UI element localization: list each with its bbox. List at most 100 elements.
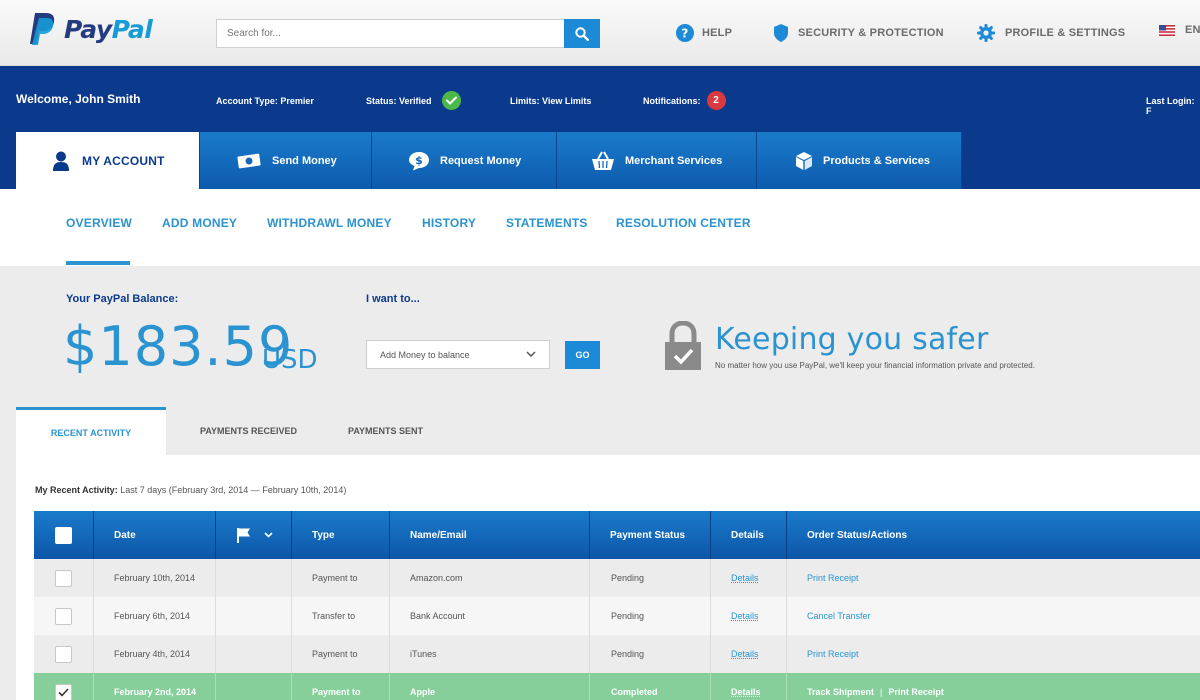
row-details-link[interactable]: Details	[731, 573, 759, 583]
row-details-cell: Details	[710, 673, 786, 700]
account-type-text: Account Type: Premier	[216, 96, 314, 106]
safety-title: Keeping you safer	[715, 322, 989, 357]
header-type[interactable]: Type	[291, 511, 389, 559]
recent-activity-range: My Recent Activity: Last 7 days (Februar…	[35, 485, 346, 495]
paypal-wordmark: PayPal	[64, 15, 153, 44]
row-details-cell: Details	[710, 559, 786, 597]
notifications-label: Notifications:	[643, 95, 701, 106]
search-input[interactable]	[216, 19, 565, 48]
subnav-active-indicator	[66, 261, 130, 265]
table-row[interactable]: February 2nd, 2014 Payment to Apple Comp…	[34, 673, 1200, 700]
row-details-cell: Details	[710, 635, 786, 673]
language-link[interactable]: EN	[1159, 24, 1200, 36]
profile-settings-link[interactable]: PROFILE & SETTINGS	[977, 24, 1125, 42]
tab-recent-activity[interactable]: RECENT ACTIVITY	[16, 407, 166, 455]
row-details-link[interactable]: Details	[731, 687, 761, 697]
row-action-cell: Track Shipment | Print Receipt	[786, 673, 1200, 700]
balance-label: Your PayPal Balance:	[66, 293, 179, 305]
subnav-withdraw-money[interactable]: WITHDRAWL MONEY	[267, 216, 392, 230]
header-name-email[interactable]: Name/Email	[389, 511, 589, 559]
row-name: Bank Account	[389, 597, 589, 635]
row-checkbox-cell	[34, 597, 93, 635]
header-payment-status[interactable]: Payment Status	[589, 511, 710, 559]
tab-payments-received[interactable]: PAYMENTS RECEIVED	[200, 407, 297, 455]
basket-icon	[591, 151, 615, 171]
help-label: HELP	[702, 27, 733, 39]
i-want-label: I want to...	[366, 293, 420, 305]
box-icon	[795, 151, 813, 171]
go-button[interactable]: GO	[565, 341, 600, 369]
subnav-resolution-center[interactable]: RESOLUTION CENTER	[616, 216, 751, 230]
print-receipt-link[interactable]: Print Receipt	[807, 573, 859, 583]
paypal-logo[interactable]: PayPal	[26, 12, 153, 46]
row-status: Completed	[589, 673, 710, 700]
subnav-overview[interactable]: OVERVIEW	[66, 216, 132, 230]
row-flag-cell[interactable]	[215, 673, 291, 700]
row-checkbox[interactable]	[55, 607, 72, 625]
header-date[interactable]: Date	[93, 511, 215, 559]
notifications-count-badge: 2	[706, 91, 726, 110]
notifications[interactable]: Notifications: 2	[643, 91, 726, 110]
help-icon: ?	[676, 24, 694, 42]
track-shipment-link[interactable]: Track Shipment	[807, 687, 874, 697]
table-row[interactable]: February 6th, 2014 Transfer to Bank Acco…	[34, 597, 1200, 635]
row-checkbox[interactable]	[55, 683, 72, 700]
search-button[interactable]	[564, 19, 600, 48]
table-row[interactable]: February 4th, 2014 Payment to iTunes Pen…	[34, 635, 1200, 673]
tab-payments-received-label: PAYMENTS RECEIVED	[200, 426, 298, 436]
row-date: February 10th, 2014	[93, 559, 215, 597]
row-action-cell: Cancel Transfer	[786, 597, 1200, 635]
tab-products-services[interactable]: Products & Services	[757, 132, 962, 189]
tab-send-money-label: Send Money	[272, 154, 337, 167]
row-name: Amazon.com	[389, 559, 589, 597]
tab-send-money[interactable]: Send Money	[200, 132, 372, 189]
account-status: Status: Verified	[366, 91, 461, 110]
search-icon	[575, 26, 589, 41]
language-label: EN	[1185, 24, 1200, 36]
safety-subtitle: No matter how you use PayPal, we'll keep…	[715, 361, 1035, 370]
balance-amount: $183.59	[63, 315, 294, 378]
tab-request-money-label: Request Money	[440, 154, 522, 167]
row-flag-cell[interactable]	[215, 559, 291, 597]
row-checkbox-cell	[34, 635, 93, 673]
limits-link[interactable]: Limits: View Limits	[510, 96, 591, 106]
cancel-transfer-link[interactable]: Cancel Transfer	[807, 611, 871, 621]
tab-request-money[interactable]: $ Request Money	[372, 132, 557, 189]
chevron-down-icon	[526, 351, 536, 358]
row-checkbox[interactable]	[55, 645, 72, 663]
gear-icon	[977, 24, 995, 42]
welcome-text: Welcome, John Smith	[16, 92, 141, 106]
row-flag-cell[interactable]	[215, 635, 291, 673]
status-text: Status: Verified	[366, 95, 432, 106]
tab-my-account[interactable]: MY ACCOUNT	[16, 132, 200, 189]
row-checkbox[interactable]	[55, 569, 72, 587]
row-name: Apple	[389, 673, 589, 700]
money-icon	[236, 153, 262, 169]
row-checkbox-cell	[34, 559, 93, 597]
row-details-link[interactable]: Details	[731, 649, 759, 659]
help-link[interactable]: ? HELP	[676, 24, 732, 42]
security-link[interactable]: SECURITY & PROTECTION	[774, 24, 944, 42]
row-details-link[interactable]: Details	[731, 611, 759, 621]
limits-text: Limits: View Limits	[510, 96, 592, 106]
i-want-select[interactable]: Add Money to balance	[366, 340, 550, 369]
balance-currency: USD	[262, 345, 318, 375]
select-all-checkbox[interactable]	[55, 526, 72, 544]
top-bar: PayPal ? HELP SECURITY & PROTECTION PROF…	[0, 0, 1200, 66]
tab-payments-sent[interactable]: PAYMENTS SENT	[348, 407, 423, 455]
row-status: Pending	[589, 597, 710, 635]
activity-tabs: RECENT ACTIVITY PAYMENTS RECEIVED PAYMEN…	[16, 407, 1200, 455]
tab-merchant-services-label: Merchant Services	[625, 154, 723, 167]
last-login-text: Last Login: F	[1146, 96, 1195, 116]
print-receipt-link[interactable]: Print Receipt	[888, 687, 944, 697]
table-row[interactable]: February 10th, 2014 Payment to Amazon.co…	[34, 559, 1200, 597]
us-flag-icon	[1159, 24, 1175, 36]
header-flag[interactable]	[215, 511, 291, 559]
lock-icon	[664, 320, 702, 371]
print-receipt-link[interactable]: Print Receipt	[807, 649, 859, 659]
subnav-add-money[interactable]: ADD MONEY	[162, 216, 237, 230]
subnav-history[interactable]: HISTORY	[422, 216, 476, 230]
row-flag-cell[interactable]	[215, 597, 291, 635]
tab-merchant-services[interactable]: Merchant Services	[557, 132, 757, 189]
subnav-statements[interactable]: STATEMENTS	[506, 216, 588, 230]
